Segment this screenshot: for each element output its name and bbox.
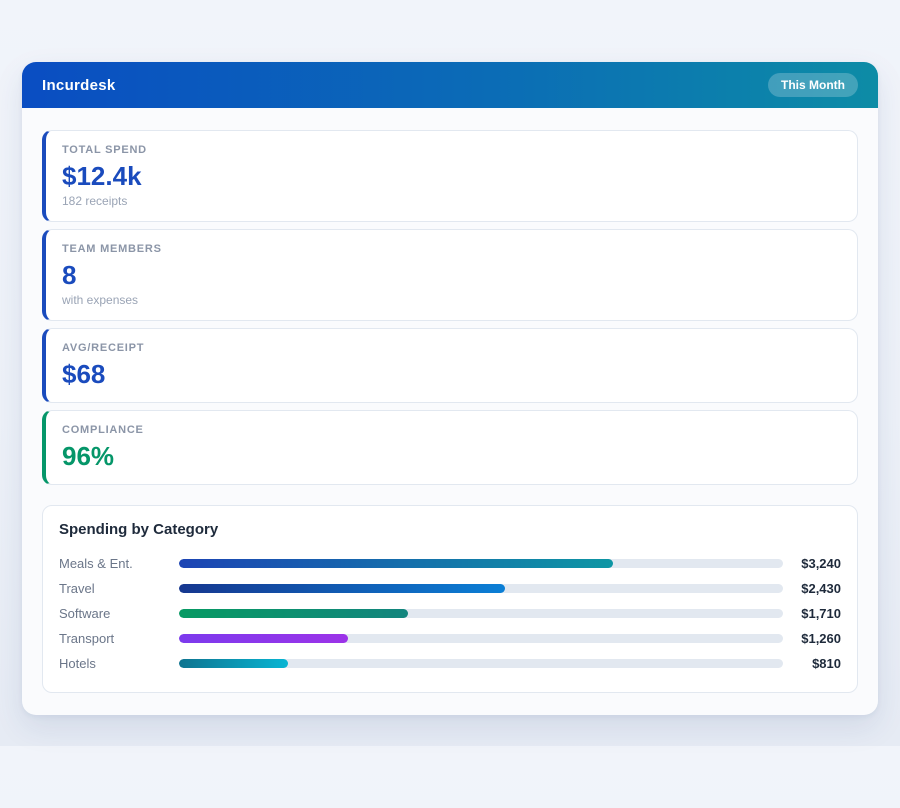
dashboard-panel: Incurdesk This Month TOTAL SPEND $12.4k … [22, 62, 878, 715]
bar-track [179, 634, 783, 643]
bar-track [179, 609, 783, 618]
bar-fill-travel [179, 584, 505, 593]
category-value: $3,240 [791, 556, 841, 571]
stat-label: COMPLIANCE [62, 423, 841, 437]
category-label: Travel [59, 581, 171, 596]
stat-label: TOTAL SPEND [62, 143, 841, 157]
bar-fill-software [179, 609, 408, 618]
app-title: Incurdesk [42, 77, 116, 94]
stat-card-total-spend: TOTAL SPEND $12.4k 182 receipts [42, 130, 858, 222]
category-label: Meals & Ent. [59, 556, 171, 571]
period-badge[interactable]: This Month [768, 73, 858, 97]
app-header: Incurdesk This Month [22, 62, 878, 108]
chart-row-transport: Transport $1,260 [59, 626, 841, 651]
dashboard-content: TOTAL SPEND $12.4k 182 receipts TEAM MEM… [22, 108, 878, 715]
category-value: $1,710 [791, 606, 841, 621]
category-label: Hotels [59, 656, 171, 671]
chart-row-meals: Meals & Ent. $3,240 [59, 551, 841, 576]
chart-row-travel: Travel $2,430 [59, 576, 841, 601]
stat-card-avg-receipt: AVG/RECEIPT $68 [42, 328, 858, 403]
stat-value: 96% [62, 440, 841, 472]
bar-fill-meals [179, 559, 613, 568]
stat-label: AVG/RECEIPT [62, 341, 841, 355]
category-value: $1,260 [791, 631, 841, 646]
bar-fill-hotels [179, 659, 288, 668]
category-label: Software [59, 606, 171, 621]
stat-card-team-members: TEAM MEMBERS 8 with expenses [42, 229, 858, 321]
chart-row-software: Software $1,710 [59, 601, 841, 626]
stat-value: 8 [62, 259, 841, 291]
bar-track [179, 559, 783, 568]
stat-subtext: 182 receipts [62, 194, 841, 209]
chart-row-hotels: Hotels $810 [59, 651, 841, 676]
stat-value: $68 [62, 358, 841, 390]
category-label: Transport [59, 631, 171, 646]
bar-track [179, 659, 783, 668]
chart-title: Spending by Category [59, 521, 841, 538]
stat-subtext: with expenses [62, 293, 841, 308]
stat-value: $12.4k [62, 160, 841, 192]
bar-track [179, 584, 783, 593]
bar-fill-transport [179, 634, 348, 643]
stat-card-compliance: COMPLIANCE 96% [42, 410, 858, 485]
category-value: $2,430 [791, 581, 841, 596]
stat-label: TEAM MEMBERS [62, 242, 841, 256]
spending-by-category-card: Spending by Category Meals & Ent. $3,240… [42, 505, 858, 693]
category-value: $810 [791, 656, 841, 671]
